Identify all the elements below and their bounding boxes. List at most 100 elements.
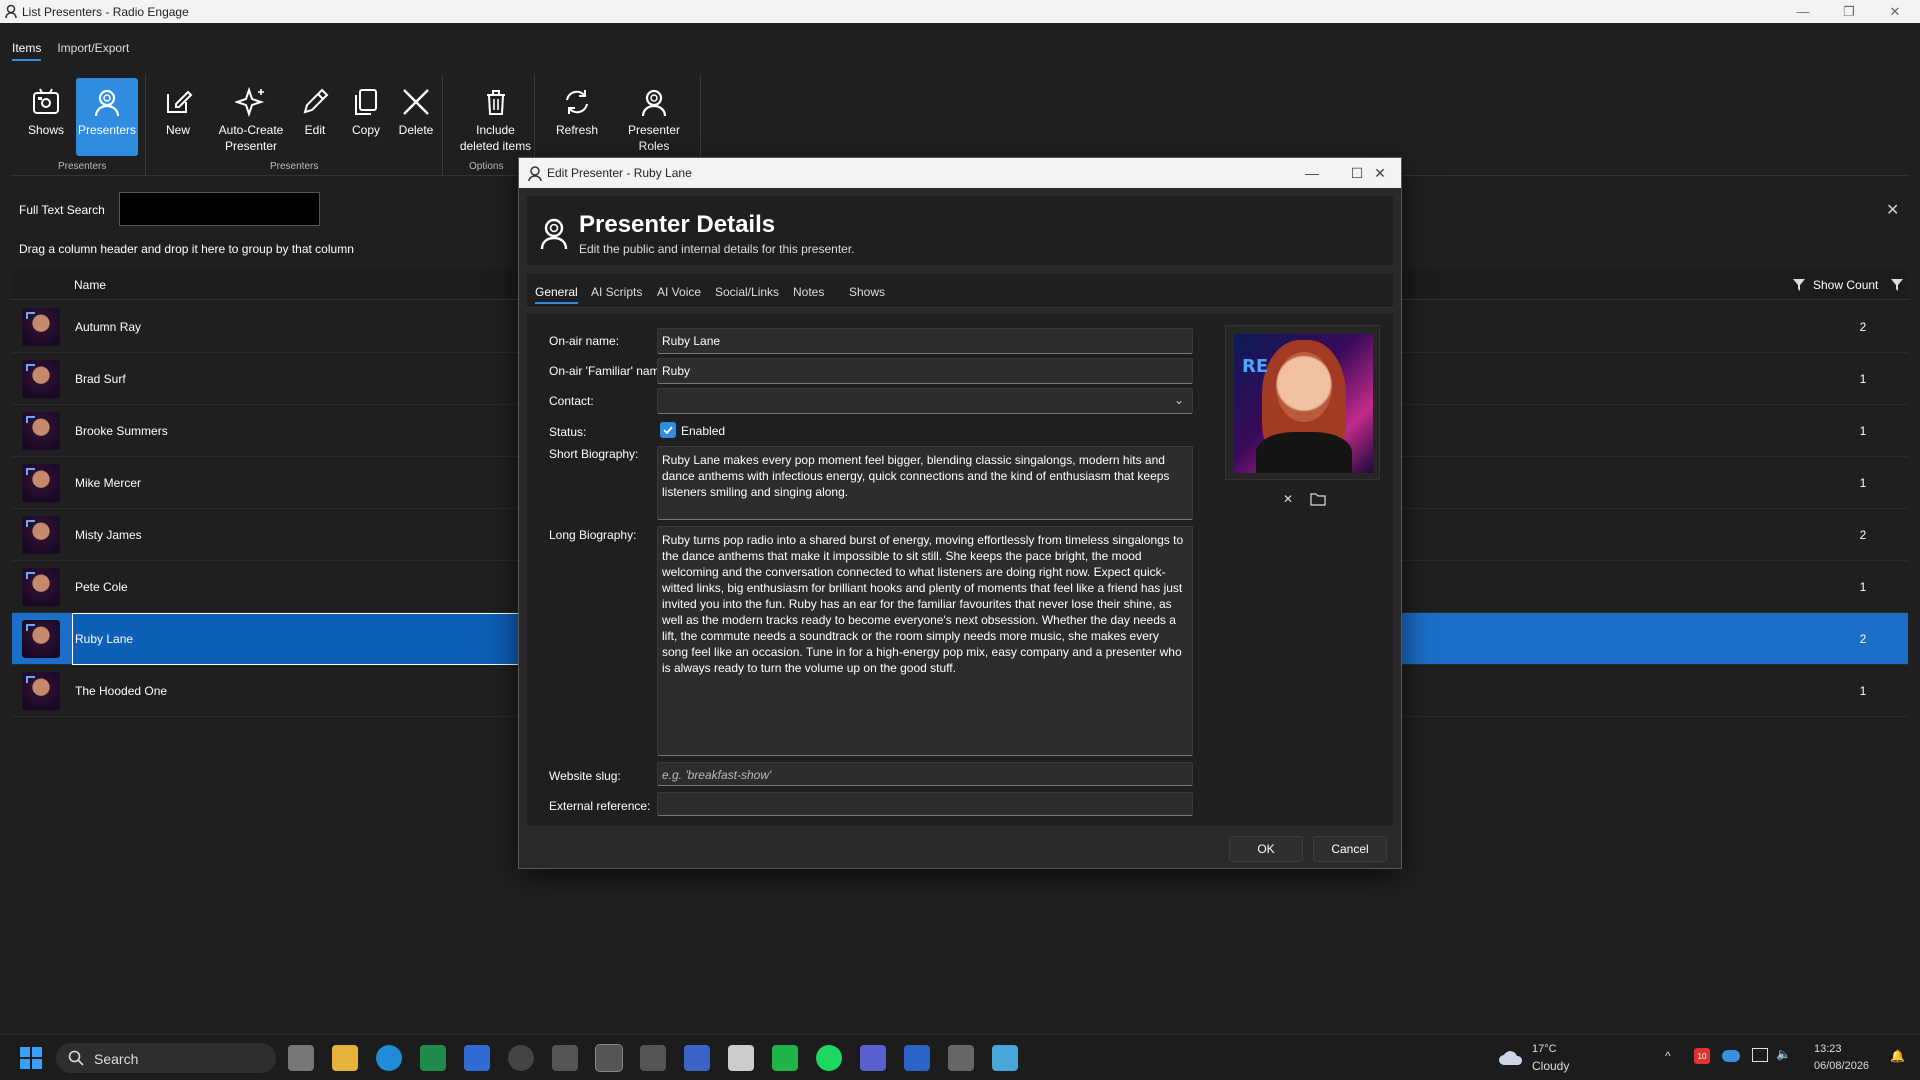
on-air-name-field[interactable]: Ruby Lane [657,328,1193,354]
avatar [22,620,60,658]
avatar [22,412,60,450]
outlook-icon[interactable] [464,1045,490,1071]
presenter-app-icon [5,4,17,18]
radio-engage-active-icon[interactable] [595,1044,623,1072]
dialog-tabs: General AI Scripts AI Voice Social/Links… [527,274,1393,308]
copy-button[interactable]: Copy [346,78,386,156]
avatar [22,672,60,710]
weather-temp: 17°C [1532,1043,1557,1055]
filter-icon[interactable] [1890,278,1904,292]
chatgpt-icon[interactable] [508,1045,534,1071]
presenter-icon [540,218,568,250]
status-label: Status: [549,425,587,439]
word-icon[interactable] [904,1045,930,1071]
taskbar-search-input[interactable]: Search [56,1043,276,1073]
filter-icon[interactable] [1792,278,1806,292]
external-reference-label: External reference: [549,799,651,813]
presenter-photo-frame: RE [1225,325,1380,480]
shows-icon [33,88,59,114]
dialog-header: Presenter Details Edit the public and in… [527,196,1393,265]
file-explorer-icon[interactable] [332,1045,358,1071]
refresh-button[interactable]: Refresh [546,78,608,156]
presenter-icon [528,166,542,181]
photo-logo: RE [1242,356,1269,377]
website-slug-input[interactable]: e.g. 'breakfast-show' [657,762,1193,786]
delete-button[interactable]: Delete [394,78,438,156]
dialog-subheading: Edit the public and internal details for… [579,242,855,256]
group-label-presenters-2: Presenters [270,161,319,172]
new-button[interactable]: New [160,78,196,156]
long-biography-textarea[interactable]: Ruby turns pop radio into a shared burst… [657,526,1193,756]
notifications-icon[interactable]: 🔔 [1890,1049,1905,1063]
restore-button[interactable]: ❐ [1826,0,1872,23]
radio-app-icon[interactable] [552,1045,578,1071]
search-icon [68,1050,84,1066]
shows-button[interactable]: Shows [26,78,66,156]
task-view-icon[interactable] [288,1045,314,1071]
enabled-label: Enabled [681,424,726,438]
clock-date[interactable]: 06/08/2026 [1814,1060,1869,1072]
group-label-presenters: Presenters [58,161,107,172]
excel-icon[interactable] [420,1045,446,1071]
column-header-name[interactable]: Name [74,278,106,292]
clear-photo-icon[interactable]: ✕ [1277,488,1299,510]
dialog-titlebar: Edit Presenter - Ruby Lane — ☐ ✕ [519,158,1401,188]
tab-ai-voice[interactable]: AI Voice [657,285,701,299]
short-biography-textarea[interactable]: Ruby Lane makes every pop moment feel bi… [657,446,1193,520]
clock-time[interactable]: 13:23 [1814,1043,1842,1055]
tab-general[interactable]: General [535,285,578,304]
chevron-up-icon[interactable]: ^ [1665,1049,1671,1063]
close-panel-icon[interactable]: ✕ [1886,200,1899,220]
close-button[interactable]: ✕ [1872,0,1918,23]
minimize-button[interactable]: — [1780,0,1826,23]
media-player-icon[interactable] [640,1045,666,1071]
folder-icon[interactable] [1307,488,1329,510]
tab-ai-scripts[interactable]: AI Scripts [591,285,642,299]
network-icon[interactable] [1752,1048,1768,1062]
group-label-options: Options [469,161,504,172]
cancel-button[interactable]: Cancel [1313,836,1387,862]
notepad-icon[interactable] [992,1045,1018,1071]
dialog-close-button[interactable]: ✕ [1357,158,1403,188]
avatar [22,360,60,398]
tab-shows[interactable]: Shows [849,285,885,299]
tab-import-export[interactable]: Import/Export [57,41,129,61]
short-biography-label: Short Biography: [549,447,639,461]
calendar-badge[interactable]: 10 [1694,1048,1710,1064]
tab-notes[interactable]: Notes [793,285,824,299]
ok-button[interactable]: OK [1229,836,1303,862]
external-reference-input[interactable] [657,792,1193,816]
app-icon[interactable] [948,1045,974,1071]
edge-icon[interactable] [376,1045,402,1071]
avatar [22,568,60,606]
spotify-icon[interactable] [816,1045,842,1071]
edit-button[interactable]: Edit [297,78,333,156]
window-titlebar: List Presenters - Radio Engage — ❐ ✕ [0,0,1920,23]
onedrive-icon[interactable] [1722,1050,1740,1062]
auto-create-presenter-button[interactable]: Auto-Create Presenter [206,78,296,156]
audio-editor-icon[interactable] [728,1045,754,1071]
windows-start-icon[interactable] [20,1047,42,1069]
chevron-down-icon: ⌄ [1173,393,1184,407]
presenters-button[interactable]: Presenters [76,78,138,156]
column-header-show-count[interactable]: Show Count [1813,278,1878,292]
taskbar: Search 17°C Cloudy ^ 10 🔈 13:23 06/08/20… [0,1034,1920,1080]
check-icon [663,426,673,435]
copy-icon [355,89,377,115]
app-icon[interactable] [684,1045,710,1071]
tab-social-links[interactable]: Social/Links [715,285,779,299]
teams-icon[interactable] [860,1045,886,1071]
enabled-checkbox[interactable] [660,422,676,438]
full-text-search-input[interactable] [119,192,320,226]
window-title: List Presenters - Radio Engage [22,5,189,19]
tab-items[interactable]: Items [12,41,42,61]
phone-app-icon[interactable] [772,1045,798,1071]
presenter-roles-button[interactable]: Presenter Roles [616,78,692,156]
long-biography-label: Long Biography: [549,528,637,542]
weather-desc: Cloudy [1532,1059,1570,1073]
volume-icon[interactable]: 🔈 [1776,1047,1791,1061]
dialog-minimize-button[interactable]: — [1289,158,1335,188]
contact-dropdown[interactable]: ⌄ [657,388,1193,414]
familiar-name-field[interactable]: Ruby [657,358,1193,384]
include-deleted-items-button[interactable]: Include deleted items [448,78,543,156]
